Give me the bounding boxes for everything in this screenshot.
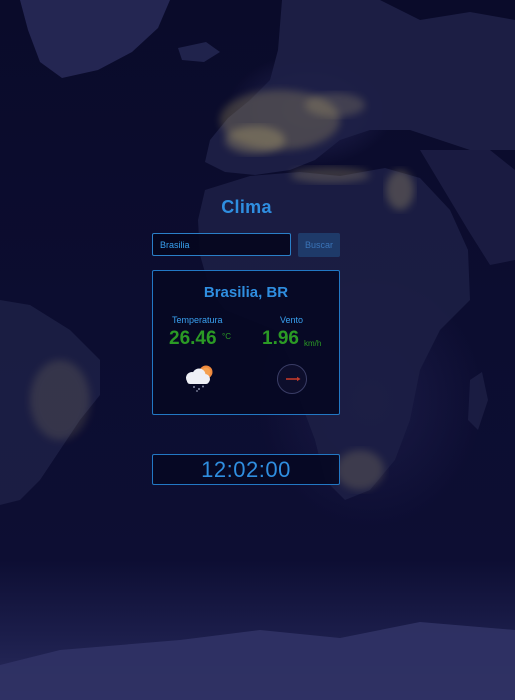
search-button[interactable]: Buscar — [298, 233, 340, 257]
clock-panel: 12:02:00 — [152, 454, 340, 485]
app-title: Clima — [221, 197, 272, 217]
app-background: Clima Buscar Brasilia, BR Temperatura Ve… — [0, 0, 515, 700]
temperature-unit: °C — [222, 332, 231, 341]
partly-cloudy-rain-icon — [186, 365, 213, 392]
weather-card: Brasilia, BR Temperatura Vento 26.46 °C … — [152, 270, 340, 415]
city-search-input[interactable] — [152, 233, 291, 256]
temperature-value: 26.46 — [169, 328, 217, 349]
clock-time: 12:02:00 — [201, 457, 291, 482]
wind-speed-unit: km/h — [304, 339, 322, 348]
city-name: Brasilia, BR — [203, 284, 289, 301]
temperature-label: Temperatura — [172, 315, 223, 325]
wind-direction-compass-icon — [277, 364, 307, 394]
wind-label: Vento — [280, 315, 304, 325]
wind-speed-value: 1.96 — [262, 328, 299, 349]
